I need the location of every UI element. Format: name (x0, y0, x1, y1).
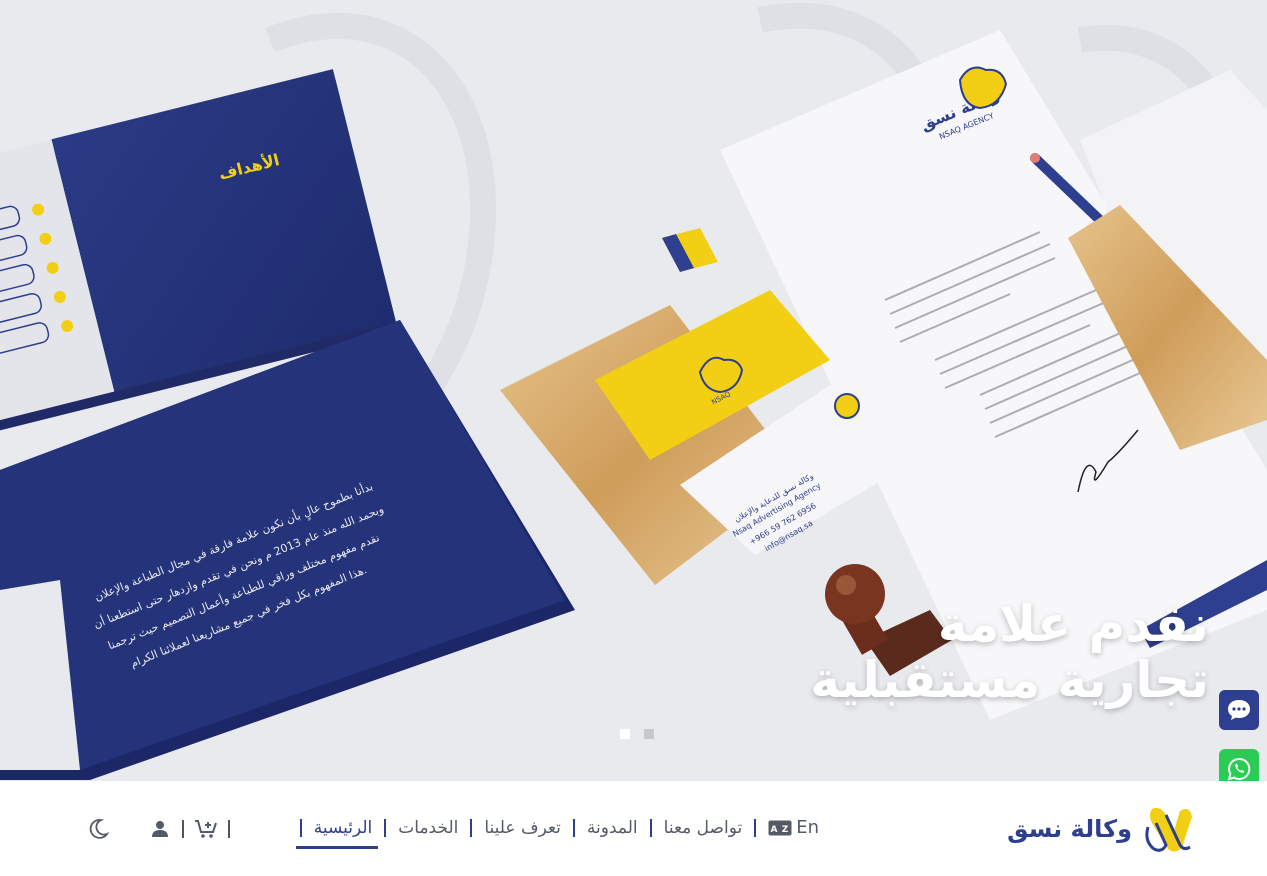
language-label: En (796, 817, 819, 838)
nav-item-contact[interactable]: تواصل معنا (652, 818, 755, 838)
tools-separator (228, 820, 230, 838)
chat-bubble-icon (1228, 700, 1250, 720)
translate-icon: A Z (768, 820, 792, 835)
chat-button[interactable] (1219, 690, 1259, 730)
nav-tools (84, 815, 238, 843)
navbar: وكالة نسق الرئيسية الخدمات تعرف علينا ال… (0, 781, 1267, 876)
slider-dots (620, 729, 654, 739)
hero-headline-line1: نقدم علامة (937, 595, 1209, 653)
slider-dot-2[interactable] (644, 729, 654, 739)
moon-icon (89, 819, 109, 839)
cart-icon (195, 820, 217, 838)
hero-headline: نقدم علامة تجارية مستقبلية (689, 596, 1209, 708)
menu-separator (384, 818, 387, 837)
nav-item-home[interactable]: الرئيسية (295, 818, 385, 849)
brand-mark-icon (1145, 807, 1192, 852)
account-button[interactable] (146, 815, 174, 843)
dark-mode-toggle[interactable] (84, 815, 112, 843)
svg-text:A: A (771, 825, 778, 835)
menu-separator (754, 818, 757, 837)
cart-button[interactable] (192, 815, 220, 843)
slider-dot-1[interactable] (620, 729, 630, 739)
hero-slider: الأهداف بدأنا بطموح عالٍ بأن نكون علامة … (0, 0, 1267, 781)
brand-logo[interactable]: وكالة نسق (1007, 803, 1194, 855)
brand-name: وكالة نسق (1007, 815, 1132, 843)
nav-item-about[interactable]: تعرف علينا (472, 818, 573, 838)
nav-item-services[interactable]: الخدمات (386, 818, 470, 838)
menu-separator (649, 818, 652, 837)
hero-headline-line2: تجارية مستقبلية (810, 651, 1209, 709)
menu-separator (572, 818, 575, 837)
user-icon (152, 821, 168, 837)
whatsapp-icon (1227, 757, 1251, 781)
menu-separator (470, 818, 473, 837)
nav-item-blog[interactable]: المدونة (575, 818, 650, 838)
tools-separator (182, 820, 184, 838)
language-switch[interactable]: En A Z (756, 817, 831, 838)
svg-text:Z: Z (782, 825, 789, 835)
main-menu: الرئيسية الخدمات تعرف علينا المدونة تواص… (295, 817, 831, 849)
